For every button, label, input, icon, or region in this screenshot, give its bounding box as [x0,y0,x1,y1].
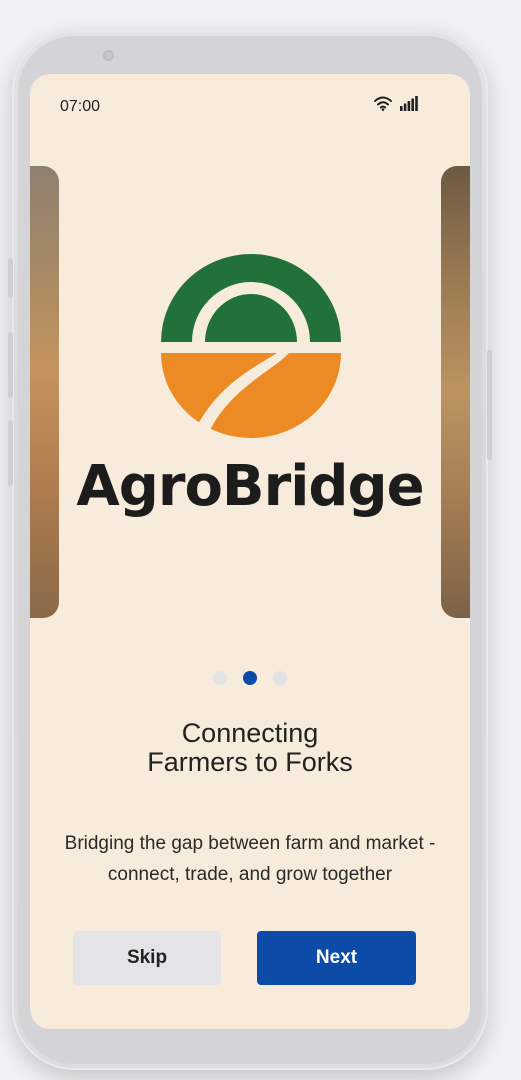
cellular-signal-icon [400,96,418,111]
status-time: 07:00 [60,98,101,115]
carousel-dot-1[interactable] [213,671,227,685]
skip-button[interactable]: Skip [73,931,221,985]
carousel-prev-card[interactable] [30,166,59,618]
agrobridge-logo [161,254,341,438]
volume-down-button [8,420,13,486]
app-screen: 07:00 AgroBridge Connecting Farmers to F… [30,74,470,1029]
carousel-dot-2-active[interactable] [243,671,257,685]
carousel-next-card[interactable] [441,166,470,618]
page: 07:00 AgroBridge Connecting Farmers to F… [0,0,521,1080]
carousel-dot-3[interactable] [273,671,287,685]
onboarding-headline: Connecting Farmers to Forks [30,719,470,777]
carousel-indicator [30,671,470,685]
wifi-icon [374,96,392,111]
volume-up-button [8,332,13,398]
power-button [487,350,492,460]
front-camera [103,50,114,61]
onboarding-description: Bridging the gap between farm and market… [64,833,436,885]
next-button[interactable]: Next [257,931,416,985]
headline-line-2: Farmers to Forks [147,747,353,777]
brand-name: AgroBridge [76,454,424,519]
status-icons [374,96,418,111]
mute-switch [8,258,13,298]
headline-line-1: Connecting [181,718,319,748]
